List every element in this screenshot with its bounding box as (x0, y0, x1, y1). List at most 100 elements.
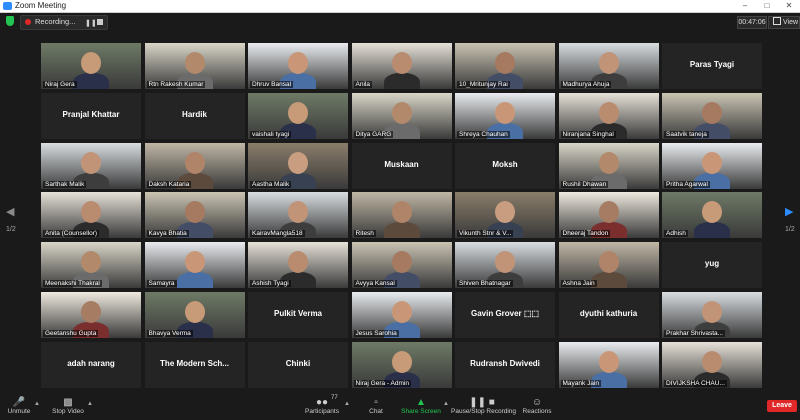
participant-tile[interactable]: Prakhar Shrivasta... (662, 292, 762, 338)
participant-tile[interactable]: Geetanshu Gupta (41, 292, 141, 338)
participant-tile[interactable]: Pranjal Khattar (41, 92, 141, 139)
participant-tile[interactable]: Saatvik taneja (662, 92, 762, 139)
participant-name: Dheeraj Tandon (560, 230, 611, 238)
participant-name: Geetanshu Gupta (43, 330, 99, 337)
leave-meeting-button[interactable]: Leave (767, 400, 797, 412)
participant-tile[interactable]: Anila (351, 43, 452, 89)
participant-tile[interactable]: Ashna Jain (558, 242, 659, 289)
participant-tile[interactable]: Meenakshi Thakral (41, 242, 141, 289)
participant-name: Prakhar Shrivasta... (664, 330, 726, 337)
participant-tile[interactable]: adah narang (41, 341, 141, 388)
person-head (495, 52, 515, 74)
window-title: Zoom Meeting (15, 1, 67, 10)
participant-tile[interactable]: Bhavya Verma (144, 292, 245, 338)
participant-name: Shreya Chauhan (457, 130, 510, 138)
participant-tile[interactable]: Rushil Dhawan (558, 142, 659, 189)
participant-tile[interactable]: Vikunth Stnr & V... (455, 192, 555, 239)
participant-tile[interactable]: Avyya Kansal (351, 242, 452, 289)
participant-tile[interactable]: The Modern Sch... (144, 341, 245, 388)
participant-name: Ashish Tyagi (250, 280, 291, 288)
participant-tile[interactable]: Anita (Counsellor) (41, 192, 141, 239)
pause-stop-recording-label: Pause/Stop Recording (451, 408, 517, 415)
participant-tile[interactable]: Jesus Sarohia (351, 292, 452, 338)
participant-name: Mayank Jain (560, 379, 601, 387)
person-head (598, 101, 619, 124)
close-button[interactable]: ✕ (778, 0, 800, 12)
previous-page-arrow-icon[interactable]: ◀ (6, 205, 14, 218)
person-head (391, 201, 412, 224)
participant-name: Jesus Sarohia (353, 330, 399, 337)
left-page-indicator: 1/2 (6, 226, 16, 233)
video-options-chevron-icon[interactable]: ▲ (87, 401, 93, 407)
participant-tile[interactable]: Adhish (662, 192, 762, 239)
participant-tile[interactable]: Niraj Gera (41, 43, 141, 89)
participant-tile[interactable]: Daksh Kataria (144, 142, 245, 189)
chat-button[interactable]: ▫ Chat (363, 395, 389, 420)
meeting-toolbar: 🎤 Unmute ▲ ▩ Stop Video ▲ ●● 77 Particip… (0, 395, 800, 420)
share-screen-button[interactable]: ▲ Share Screen (401, 395, 441, 420)
minimize-button[interactable]: – (734, 0, 756, 12)
participant-tile[interactable]: Gavin Grover ⬚⬚ (455, 292, 555, 338)
participant-tile[interactable]: Niranjana Singhal (558, 92, 659, 139)
participant-tile[interactable]: dyuthi kathuria (558, 292, 659, 338)
participant-name: Anita (Counsellor) (43, 230, 100, 238)
participant-tile[interactable]: Mayank Jain (558, 341, 659, 388)
participant-name: Moksh (492, 159, 518, 169)
pause-stop-recording-button[interactable]: ❚❚ ■ Pause/Stop Recording (451, 395, 517, 420)
participant-tile[interactable]: Rudransh Dwivedi (455, 341, 555, 388)
participant-tile[interactable]: Dhruv Bansal (248, 43, 348, 89)
person-silhouette (73, 73, 109, 89)
participant-tile[interactable]: Chinki (248, 341, 348, 388)
participant-tile[interactable]: Moksh (455, 142, 555, 189)
reactions-button[interactable]: ☺ Reactions (522, 395, 552, 420)
person-head (184, 201, 205, 224)
stop-icon[interactable] (97, 19, 103, 25)
participant-tile[interactable]: Madhurya Ahuja (558, 43, 659, 89)
participant-tile[interactable]: vaishali tyagi (248, 92, 348, 139)
participant-tile[interactable]: Niraj Gera - Admin (351, 341, 452, 388)
video-camera-icon: ▩ (63, 397, 73, 408)
participant-tile[interactable]: KairavMangla518 (248, 192, 348, 239)
person-head (702, 301, 722, 323)
pause-icon[interactable]: ❚❚ (85, 19, 97, 27)
next-page-arrow-icon[interactable]: ▶ (785, 205, 793, 218)
participant-tile[interactable]: Kavya Bhatia (144, 192, 245, 239)
participant-name: Chinki (285, 358, 311, 368)
participant-tile[interactable]: Hardik (144, 92, 245, 139)
person-head (702, 101, 722, 124)
participant-tile[interactable]: DIVIJKSHA CHAU... (662, 341, 762, 388)
participant-tile[interactable]: Ditya GARG (351, 92, 452, 139)
participant-tile[interactable]: Samayra (144, 242, 245, 289)
participant-tile[interactable]: Shreya Chauhan (455, 92, 555, 139)
view-button[interactable]: View (768, 16, 800, 29)
participant-tile[interactable]: 10_Mritunjay Rai (455, 43, 555, 89)
maximize-button[interactable]: □ (756, 0, 778, 12)
recording-label: Recording... (35, 17, 76, 26)
smiley-icon: ☺ (531, 397, 543, 408)
participant-tile[interactable]: Ashish Tyagi (248, 242, 348, 289)
participant-name: Niraj Gera (43, 81, 77, 88)
participant-tile[interactable]: Aastha Malik (248, 142, 348, 189)
participants-options-chevron-icon[interactable]: ▲ (344, 401, 350, 407)
participant-tile[interactable]: Shiven Bhatnagar (455, 242, 555, 289)
person-head (702, 201, 722, 224)
participant-tile[interactable]: Dheeraj Tandon (558, 192, 659, 239)
person-head (495, 101, 515, 124)
participant-tile[interactable]: Sarthak Malik (41, 142, 141, 189)
unmute-button[interactable]: 🎤 Unmute (4, 395, 34, 420)
audio-options-chevron-icon[interactable]: ▲ (34, 401, 40, 407)
share-options-chevron-icon[interactable]: ▲ (443, 401, 449, 407)
participants-button[interactable]: ●● 77 Participants (303, 395, 341, 420)
stop-video-button[interactable]: ▩ Stop Video (50, 395, 86, 420)
participant-name: Adhish (664, 230, 688, 238)
shield-icon[interactable] (6, 16, 14, 26)
participant-tile[interactable]: Pritha Agarwal (662, 142, 762, 189)
participant-tile[interactable]: Muskaan (351, 142, 452, 189)
participant-name: Vikunth Stnr & V... (457, 230, 514, 238)
participant-tile[interactable]: Ritesh (351, 192, 452, 239)
chat-label: Chat (369, 408, 383, 415)
participant-tile[interactable]: Paras Tyagi (662, 43, 762, 89)
participant-tile[interactable]: Pulkit Verma (248, 292, 348, 338)
participant-tile[interactable]: Rtn Rakesh Kumar (144, 43, 245, 89)
participant-tile[interactable]: yug (662, 242, 762, 289)
